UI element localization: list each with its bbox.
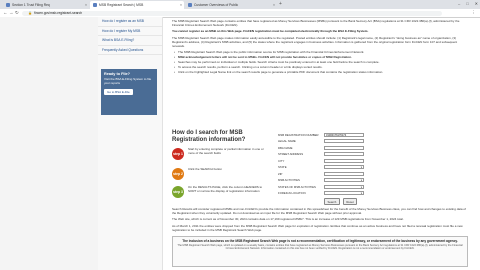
step-1-text: Start by entering complete or partial in… [188, 147, 264, 155]
lower-paragraph-1: Search Results will consider registered … [172, 207, 466, 215]
step-3-badge: step 3 [172, 186, 184, 198]
ready-title: Ready to File? [104, 72, 130, 76]
form-row: MSB ACTIVITIES [278, 178, 390, 184]
browser-tab-2[interactable]: MSB Registrant Search | MSB × [90, 1, 184, 9]
lower-paragraph-3: As of March 1, 2011 the entities were dr… [172, 223, 463, 232]
step-3-text: On the RESULTS PAGE, click the column HE… [188, 185, 263, 193]
form-row: FOREIGN LOCATION [278, 191, 390, 197]
close-tab-icon[interactable]: × [180, 3, 182, 7]
form-buttons: Search Reset [324, 198, 390, 206]
ready-text: Visit the BSA E-Filing System to file yo… [104, 77, 152, 85]
form-row: CITY [278, 158, 390, 164]
reload-icon[interactable]: ↻ [15, 10, 19, 16]
field-label: MSB REGISTRATION NUMBER [278, 132, 319, 137]
url-field[interactable]: 🔒 fincen.gov/msb-registrant-search [22, 10, 442, 16]
intro-paragraph-3: The MSB Registrant Search Web page makes… [172, 35, 458, 48]
zip-input[interactable] [324, 171, 364, 176]
sidebar-item-register-msb[interactable]: How do I register My MSB [98, 27, 162, 37]
form-row: STATES OF MSB ACTIVITIES [278, 184, 390, 190]
how-to-title: How do I search for MSB Registration inf… [172, 130, 246, 143]
field-label: STATE [278, 165, 287, 170]
field-label: DBA NAME [278, 145, 293, 150]
field-label: ZIP [278, 171, 283, 176]
field-label: MSB ACTIVITIES [278, 178, 300, 183]
form-row: STREET ADDRESS [278, 152, 390, 158]
city-input[interactable] [324, 158, 364, 163]
disclaimer-text: The MSB Registrant Search Web page, whic… [177, 244, 463, 251]
sidebar-item-bsa-efiling[interactable]: What is BSA E-Filing? [98, 36, 162, 46]
legal-name-input[interactable] [324, 139, 364, 144]
form-row: MSB REGISTRATION NUMBER 31000176176174 [278, 132, 390, 138]
states-of-activities-select[interactable] [324, 184, 364, 189]
tab-bar: Section 1 Trust Filing Req × MSB Registr… [0, 0, 480, 9]
browser-tab-1[interactable]: Section 1 Trust Filing Req × [3, 1, 89, 9]
dba-name-input[interactable] [324, 145, 364, 150]
field-label: LEGAL NAME [278, 139, 296, 144]
reset-button[interactable]: Reset [342, 198, 358, 206]
form-row: STATE [278, 165, 390, 171]
lock-icon: 🔒 [28, 10, 33, 15]
info-bullet: Click on the highlighted Legal Name link… [174, 70, 468, 75]
close-tab-icon[interactable]: × [273, 3, 275, 7]
form-row: ZIP [278, 171, 390, 177]
field-label: STATES OF MSB ACTIVITIES [278, 184, 316, 189]
favicon-icon [93, 3, 97, 7]
form-row: LEGAL NAME [278, 139, 390, 145]
intro-paragraph-2-text: You cannot register as an MSB on this We… [172, 29, 369, 34]
forward-icon[interactable]: → [9, 10, 14, 15]
registration-number-input[interactable]: 31000176176174 [324, 132, 364, 137]
step-3: step 3 On the RESULTS PAGE, click the co… [172, 185, 268, 198]
msb-search-form: MSB REGISTRATION NUMBER 31000176176174 L… [278, 132, 390, 206]
ready-to-file-box: Ready to File? Visit the BSA E-Filing Sy… [101, 69, 157, 115]
sidebar-item-register[interactable]: How do I register as an MSB [98, 17, 162, 27]
info-bullet: To access the search results, perform a … [174, 65, 468, 70]
field-label: STREET ADDRESS [278, 152, 304, 157]
lower-content: Search Results will consider registered … [172, 207, 468, 235]
favicon-icon [188, 3, 192, 7]
step-2-text: Click the SEARCH button [188, 167, 223, 171]
disclaimer-box: The inclusion of a business on the MSB R… [172, 236, 468, 267]
disclaimer-title: The inclusion of a business on the MSB R… [182, 239, 458, 243]
intro-paragraph-1: The MSB Registrant Search Web page conta… [172, 19, 460, 27]
field-label: CITY [278, 158, 285, 163]
minimize-icon[interactable]: – [458, 1, 460, 6]
tab-label: Section 1 Trust Filing Req [12, 3, 50, 7]
step-1-badge: step 1 [172, 148, 184, 160]
favicon-icon [6, 3, 10, 7]
msb-activities-select[interactable] [324, 178, 364, 183]
url-text: fincen.gov/msb-registrant-search [34, 10, 83, 15]
go-to-efile-button[interactable]: Go to BSA E-File [104, 88, 133, 95]
step-2-badge: step 2 [172, 168, 184, 180]
step-1: step 1 Start by entering complete or par… [172, 147, 268, 160]
step-2: step 2 Click the SEARCH button [172, 167, 268, 180]
how-to-search-section: How do I search for MSB Registration inf… [172, 130, 268, 198]
lower-paragraph-2: The Web site, which is current as of Nov… [172, 217, 404, 222]
search-button[interactable]: Search [324, 198, 340, 206]
street-address-input[interactable] [324, 152, 364, 157]
window-controls: – □ ✕ [458, 1, 478, 6]
close-window-icon[interactable]: ✕ [475, 1, 478, 6]
main-content: The MSB Registrant Search Web page conta… [172, 19, 468, 75]
back-icon[interactable]: ← [3, 10, 8, 15]
intro-paragraph-2: You cannot register as an MSB on this We… [172, 29, 468, 34]
page-left-margin [0, 17, 98, 270]
new-tab-button[interactable]: + [279, 2, 282, 7]
state-select[interactable] [324, 165, 364, 170]
browser-menu-icon[interactable]: ⋮ [472, 10, 477, 16]
browser-tab-3[interactable]: Customer Overviews of Public × [185, 1, 277, 9]
field-label: FOREIGN LOCATION [278, 191, 306, 196]
tab-label: Customer Overviews of Public [194, 3, 239, 7]
close-tab-icon[interactable]: × [85, 3, 87, 7]
form-row: DBA NAME [278, 145, 390, 151]
foreign-location-select[interactable] [324, 191, 364, 196]
sidebar-nav: How do I register as an MSB How do I reg… [98, 17, 163, 270]
sidebar-item-faq[interactable]: Frequently Asked Questions [98, 46, 162, 56]
maximize-icon[interactable]: □ [466, 1, 468, 6]
tab-label: MSB Registrant Search | MSB [99, 3, 144, 7]
